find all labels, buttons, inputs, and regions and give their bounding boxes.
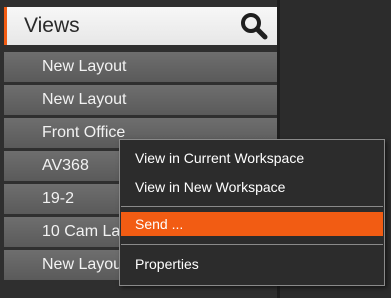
list-item[interactable]: New Layout <box>4 52 277 82</box>
menu-item-send[interactable]: Send ... <box>121 212 383 236</box>
views-header: Views <box>4 7 277 45</box>
list-item[interactable]: New Layout <box>4 85 277 115</box>
menu-item-view-new-workspace[interactable]: View in New Workspace <box>121 175 383 199</box>
menu-item-view-current-workspace[interactable]: View in Current Workspace <box>121 146 383 170</box>
context-menu: View in Current Workspace View in New Wo… <box>119 139 385 286</box>
panel-title: Views <box>24 14 80 37</box>
menu-separator <box>121 206 383 207</box>
menu-item-properties[interactable]: Properties <box>121 252 383 276</box>
search-button[interactable] <box>239 11 269 41</box>
search-icon <box>241 13 268 40</box>
menu-separator <box>121 244 383 245</box>
